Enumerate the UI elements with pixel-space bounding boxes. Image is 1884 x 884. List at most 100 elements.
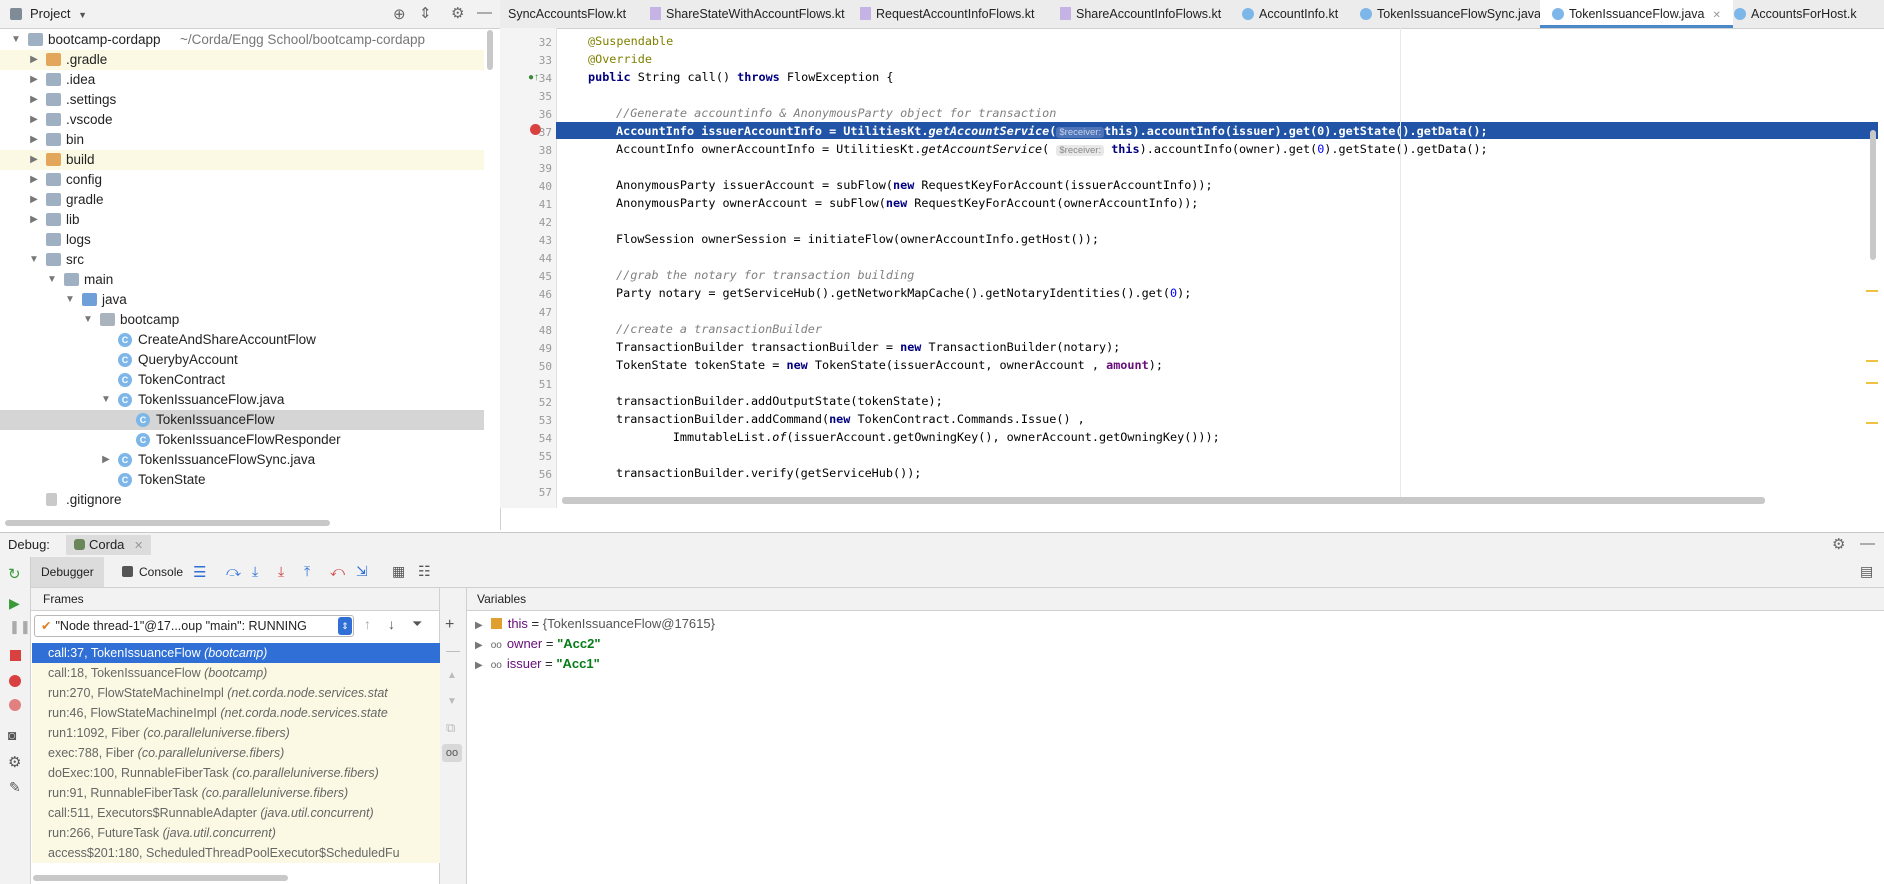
- chevron-right-icon[interactable]: ▶: [475, 660, 483, 671]
- move-up-icon[interactable]: ▲: [447, 670, 457, 681]
- tree-item[interactable]: ▼ C TokenIssuanceFlow.java: [0, 390, 484, 410]
- tree-item[interactable]: ▼ src: [0, 250, 484, 270]
- editor-horizontal-scrollbar[interactable]: [562, 497, 1765, 504]
- chevron-right-icon[interactable]: ▶: [28, 150, 40, 170]
- evaluate-expression-icon[interactable]: ▦: [392, 563, 405, 580]
- editor-tab[interactable]: RequestAccountInfoFlows.kt: [848, 0, 1046, 28]
- chevron-right-icon[interactable]: ▶: [28, 190, 40, 210]
- stack-frame[interactable]: run:46, FlowStateMachineImpl (net.corda.…: [32, 703, 440, 723]
- chevron-right-icon[interactable]: ▶: [28, 130, 40, 150]
- collapse-all-icon[interactable]: ⇕: [419, 4, 432, 22]
- tree-item[interactable]: ▶ bin: [0, 130, 484, 150]
- chevron-right-icon[interactable]: ▶: [100, 450, 112, 470]
- editor-tab[interactable]: AccountInfo.kt: [1230, 0, 1350, 28]
- tree-item[interactable]: ▼ java: [0, 290, 484, 310]
- close-icon[interactable]: ✕: [134, 540, 143, 552]
- camera-icon[interactable]: ◙: [8, 727, 16, 743]
- frames-hscrollbar[interactable]: [33, 875, 288, 881]
- tree-item[interactable]: ▶ C TokenIssuanceFlowSync.java: [0, 450, 484, 470]
- filter-icon[interactable]: ⏷: [412, 616, 422, 632]
- editor-tab[interactable]: TokenIssuanceFlowSync.java: [1348, 0, 1553, 28]
- tree-horizontal-scrollbar[interactable]: [5, 520, 330, 526]
- editor-tab[interactable]: SyncAccountsFlow.kt: [500, 0, 638, 28]
- tab-console[interactable]: Console: [139, 565, 183, 579]
- add-watch-icon[interactable]: +: [445, 616, 454, 634]
- pause-icon[interactable]: ❚❚: [9, 619, 31, 635]
- tree-item[interactable]: C TokenIssuanceFlowResponder: [0, 430, 484, 450]
- tree-item[interactable]: ▶ .settings: [0, 90, 484, 110]
- chevron-right-icon[interactable]: ▶: [475, 620, 483, 631]
- tree-item[interactable]: C CreateAndShareAccountFlow: [0, 330, 484, 350]
- layout-icon[interactable]: ▤: [1860, 563, 1873, 580]
- close-icon[interactable]: ✕: [1713, 10, 1721, 21]
- tree-item[interactable]: ▼ main: [0, 270, 484, 290]
- tree-item[interactable]: ▼ bootcamp-cordapp ~/Corda/Engg School/boo…: [0, 30, 484, 50]
- tree-item[interactable]: .gitignore: [0, 490, 484, 510]
- step-into-icon[interactable]: ⤓: [252, 563, 258, 580]
- tree-item[interactable]: C QuerybyAccount: [0, 350, 484, 370]
- resume-icon[interactable]: ▶: [9, 595, 20, 612]
- gear-icon[interactable]: ⚙: [451, 4, 464, 22]
- run-to-cursor-icon[interactable]: ⇲: [356, 563, 368, 580]
- chevron-down-icon[interactable]: ▼: [64, 290, 76, 310]
- tree-item[interactable]: ▶ build: [0, 150, 484, 170]
- tree-item[interactable]: logs: [0, 230, 484, 250]
- drop-frame-icon[interactable]: ⤺: [330, 563, 345, 580]
- chevron-right-icon[interactable]: ▶: [28, 110, 40, 130]
- stack-frame[interactable]: run:270, FlowStateMachineImpl (net.corda…: [32, 683, 440, 703]
- frame-down-icon[interactable]: ↓: [388, 616, 395, 632]
- chevron-down-icon[interactable]: ▼: [82, 310, 94, 330]
- tree-item[interactable]: C TokenContract: [0, 370, 484, 390]
- stop-icon[interactable]: [10, 650, 21, 661]
- stack-frame[interactable]: doExec:100, RunnableFiberTask (co.parall…: [32, 763, 440, 783]
- tree-item[interactable]: ▶ config: [0, 170, 484, 190]
- tab-debugger[interactable]: Debugger: [31, 557, 104, 587]
- stack-frame[interactable]: call:37, TokenIssuanceFlow (bootcamp): [32, 643, 440, 663]
- tree-item[interactable]: ▶ gradle: [0, 190, 484, 210]
- minimize-icon[interactable]: —: [1860, 535, 1875, 552]
- thread-selector[interactable]: ✔ "Node thread-1"@17...oup "main": RUNNIN…: [34, 615, 354, 637]
- tree-item[interactable]: ▶ .vscode: [0, 110, 484, 130]
- chevron-right-icon[interactable]: ▶: [28, 210, 40, 230]
- chevron-down-icon[interactable]: ▼: [46, 270, 58, 290]
- editor-vertical-scrollbar[interactable]: [1870, 130, 1876, 260]
- mute-breakpoints-icon[interactable]: [9, 699, 21, 711]
- tree-item[interactable]: ▶ .gradle: [0, 50, 484, 70]
- tree-item[interactable]: C TokenState: [0, 470, 484, 490]
- run-config-tab[interactable]: Corda ✕: [66, 535, 152, 555]
- project-view-dropdown[interactable]: Project ▼: [30, 6, 87, 21]
- editor-tab[interactable]: ShareStateWithAccountFlows.kt: [638, 0, 857, 28]
- remove-watch-icon[interactable]: —: [446, 642, 460, 658]
- chevron-right-icon[interactable]: ▶: [28, 70, 40, 90]
- menu-icon[interactable]: ☰: [193, 563, 206, 581]
- gear-icon[interactable]: ⚙: [1832, 535, 1845, 553]
- pin-icon[interactable]: ✎: [9, 779, 21, 796]
- variable-row[interactable]: ▶ oo owner = "Acc2": [475, 634, 600, 654]
- step-over-icon[interactable]: ⤼: [226, 563, 241, 580]
- chevron-updown-icon[interactable]: ⇕: [338, 617, 352, 635]
- stack-frame[interactable]: access$201:180, ScheduledThreadPoolExecu…: [32, 843, 440, 863]
- restore-layout-icon[interactable]: ☷: [418, 563, 431, 580]
- chevron-right-icon[interactable]: ▶: [475, 640, 483, 651]
- view-breakpoints-icon[interactable]: [9, 675, 21, 687]
- copy-icon[interactable]: ⧉: [446, 720, 455, 736]
- chevron-right-icon[interactable]: ▶: [28, 90, 40, 110]
- frame-up-icon[interactable]: ↑: [364, 616, 371, 632]
- editor-tab[interactable]: AccountsForHost.k: [1722, 0, 1869, 28]
- tree-vertical-scrollbar[interactable]: [487, 30, 493, 70]
- stack-frame[interactable]: exec:788, Fiber (co.paralleluniverse.fib…: [32, 743, 440, 763]
- chevron-down-icon[interactable]: ▼: [28, 250, 40, 270]
- force-step-into-icon[interactable]: ⤓: [278, 563, 284, 580]
- variable-row[interactable]: ▶ oo issuer = "Acc1": [475, 654, 600, 674]
- stack-frame[interactable]: run:266, FutureTask (java.util.concurren…: [32, 823, 440, 843]
- editor-tab[interactable]: ShareAccountInfoFlows.kt: [1048, 0, 1233, 28]
- stack-frame[interactable]: call:511, Executors$RunnableAdapter (jav…: [32, 803, 440, 823]
- rerun-icon[interactable]: ↻: [8, 565, 21, 583]
- glasses-icon[interactable]: oo: [442, 744, 462, 762]
- chevron-down-icon[interactable]: ▼: [10, 30, 22, 50]
- tree-item[interactable]: ▶ lib: [0, 210, 484, 230]
- editor-tab[interactable]: TokenIssuanceFlow.java ✕: [1540, 0, 1733, 28]
- minimize-icon[interactable]: —: [477, 4, 492, 21]
- stack-frame[interactable]: run1:1092, Fiber (co.paralleluniverse.fi…: [32, 723, 440, 743]
- tree-item[interactable]: ▼ bootcamp: [0, 310, 484, 330]
